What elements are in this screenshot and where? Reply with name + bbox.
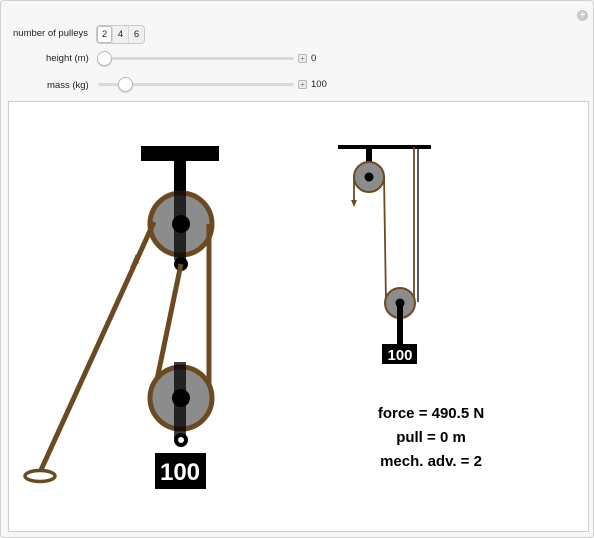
pulleys-option-2[interactable]: 2 (97, 26, 113, 43)
right-mass-label: 100 (387, 347, 412, 364)
manipulate-panel: + number of pulleys 2 4 6 height (m) + 0… (0, 0, 594, 538)
height-expand-icon[interactable]: + (298, 54, 307, 63)
pulley-diagram: 100 100 force = 490.5 N pull = 0 m mech.… (23, 145, 484, 489)
small-top-axle (364, 172, 374, 182)
top-pulley-axle (172, 215, 190, 233)
bottom-pulley-axle (172, 389, 190, 407)
mass-value: 100 (311, 79, 327, 90)
height-value: 0 (311, 53, 317, 64)
pulleys-setter: 2 4 6 (96, 25, 145, 44)
pull-readout: pull = 0 m (396, 429, 466, 446)
pulleys-label: number of pulleys (13, 28, 88, 39)
mech-adv-readout: mech. adv. = 2 (380, 453, 482, 470)
pull-handle (23, 468, 57, 484)
pulleys-option-4[interactable]: 4 (113, 26, 129, 43)
height-label: height (m) (46, 53, 89, 64)
pulleys-option-6[interactable]: 6 (129, 26, 144, 43)
height-slider-thumb[interactable] (97, 51, 112, 66)
figure-canvas: 100 100 force = 490.5 N pull = 0 m mech.… (8, 101, 589, 532)
small-pull-arrow (351, 200, 357, 207)
height-slider-track[interactable] (98, 57, 294, 60)
left-mass-label: 100 (160, 459, 200, 486)
plus-icon[interactable]: + (577, 10, 588, 21)
mass-slider-thumb[interactable] (118, 77, 133, 92)
bottom-hook-hole (178, 437, 184, 443)
mass-label: mass (kg) (47, 80, 89, 91)
force-readout: force = 490.5 N (378, 405, 484, 422)
mass-expand-icon[interactable]: + (298, 80, 307, 89)
top-pulley-bracket (174, 162, 186, 260)
ceiling-bar (141, 146, 219, 161)
small-bottom-rod (397, 303, 403, 345)
small-left-rope (383, 176, 387, 303)
